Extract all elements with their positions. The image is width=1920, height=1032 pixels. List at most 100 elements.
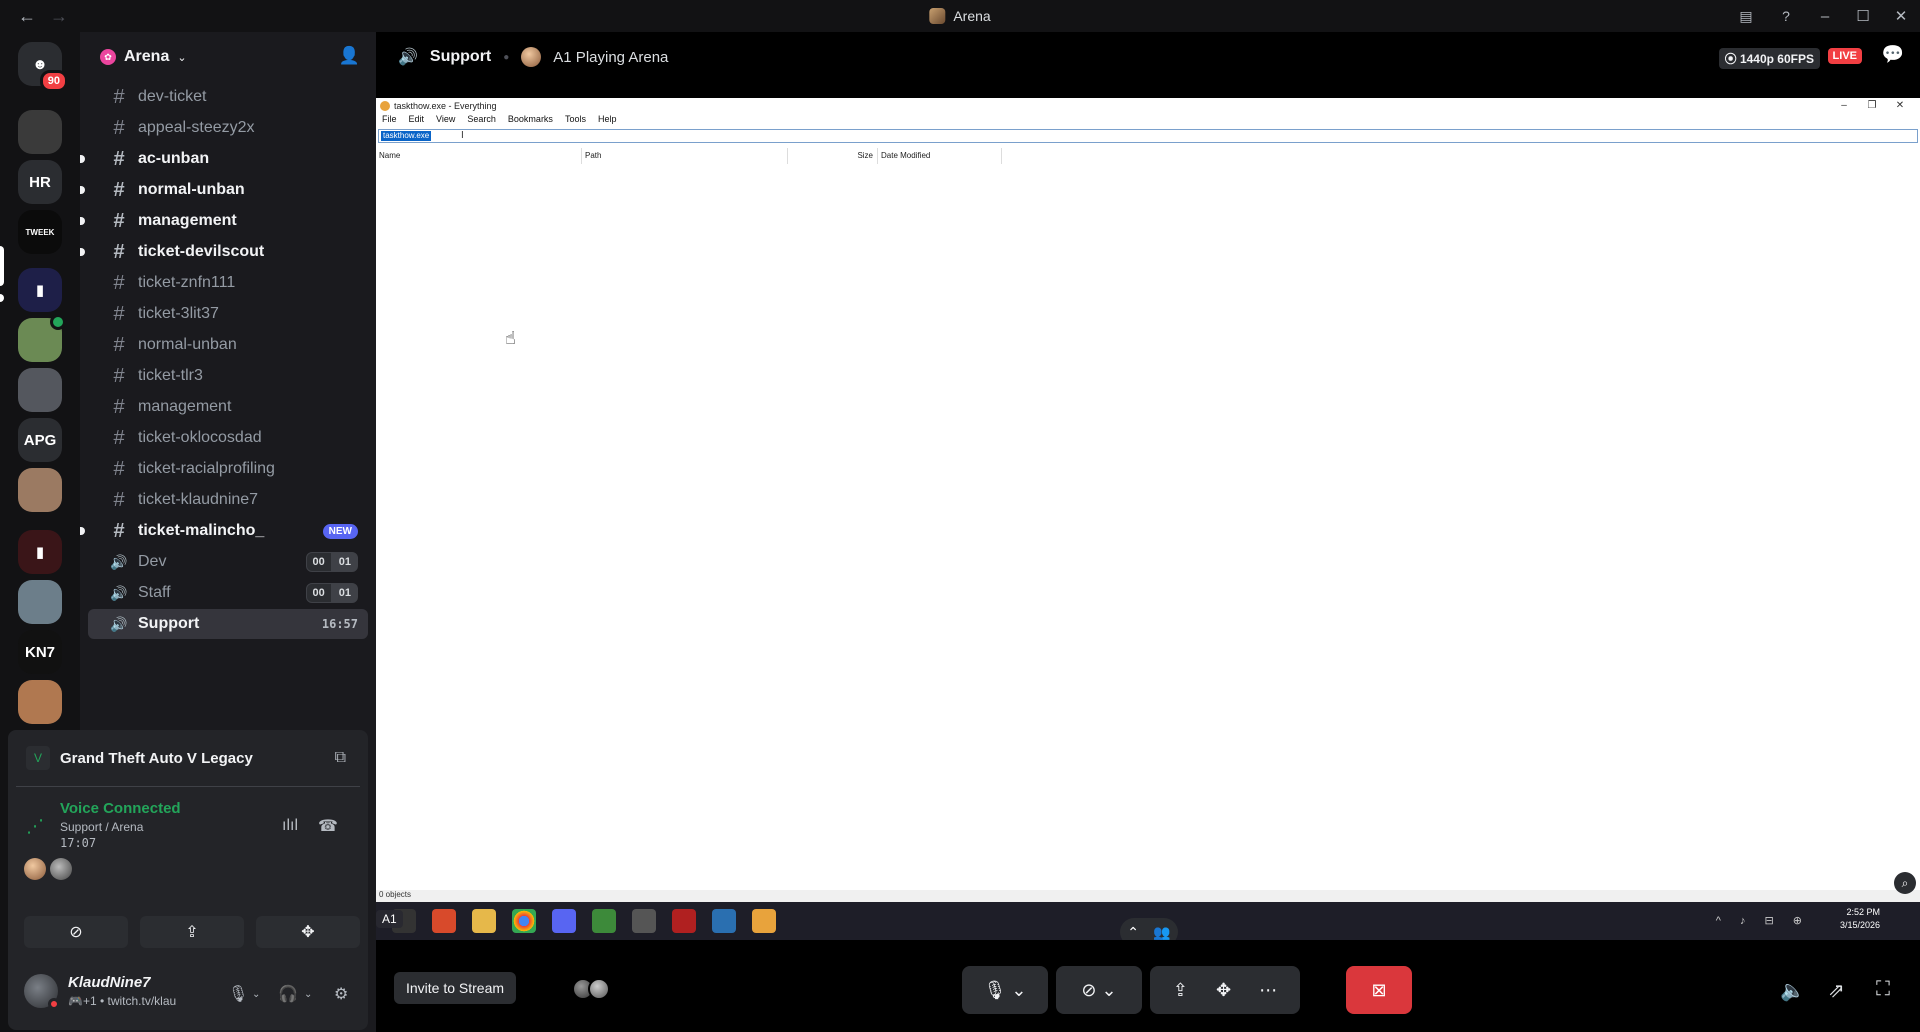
guild-header[interactable]: ✿ Arena ⌄ 👤 (80, 32, 376, 82)
share-screen-icon[interactable]: ⧉ (335, 749, 346, 767)
server-icon-folder-red[interactable]: ▮ (18, 530, 62, 574)
camera-button[interactable]: ⊘ ⌄ (1056, 966, 1142, 1014)
volume-icon[interactable]: 🔈 (1780, 978, 1805, 1003)
server-label: ▮ (35, 544, 45, 561)
gta-game-icon: V (26, 746, 50, 770)
text-cursor-icon: I (461, 130, 464, 141)
server-icon-apg-server[interactable]: APG (18, 418, 62, 462)
leave-call-button[interactable]: ⊠ (1346, 966, 1412, 1014)
text-channel-ticket-tlr3[interactable]: # ticket-tlr3 (88, 361, 368, 391)
signal-icon: ⋰ (26, 816, 44, 836)
more-options-icon[interactable]: ⋯ (1259, 980, 1277, 1001)
voice-status[interactable]: Voice Connected (60, 800, 181, 817)
activities-button[interactable]: ✥ (256, 916, 360, 948)
status-indicator (48, 998, 60, 1010)
channel-name: Staff (138, 584, 171, 601)
minimize-button[interactable]: – (1806, 0, 1844, 32)
back-arrow-icon[interactable]: ← (18, 6, 36, 27)
noise-suppression-icon[interactable]: ılıl (274, 810, 306, 842)
voice-channel-staff[interactable]: 🔊 Staff 00 01 (88, 578, 368, 608)
channel-name: ticket-klaudnine7 (138, 491, 259, 508)
unread-indicator (80, 217, 85, 225)
channel-name: ticket-racialprofiling (138, 460, 275, 477)
text-channel-normal-unban[interactable]: # normal-unban (80, 175, 368, 205)
count-segment: 01 (331, 552, 358, 572)
avatar[interactable] (24, 858, 46, 880)
home-button[interactable]: ☻ 90 (18, 42, 68, 92)
avatar[interactable] (588, 978, 610, 1000)
title-bar: ← → Arena ▤ ? – ☐ ✕ (0, 0, 1920, 32)
chat-bubble-icon[interactable]: 💬 (1882, 44, 1904, 65)
microphone-button[interactable]: 🎙 ⌄ (962, 966, 1048, 1014)
column-header-name: Name (376, 148, 582, 164)
server-icon-arena-server[interactable] (18, 314, 66, 362)
maximize-button[interactable]: ☐ (1844, 0, 1882, 32)
activity-row: V Grand Theft Auto V Legacy ⧉ (16, 738, 360, 778)
text-channel-ticket-oklocosdad[interactable]: # ticket-oklocosdad (88, 423, 368, 453)
window-title-text: Arena (953, 8, 991, 24)
screen-share-button[interactable]: ⇪ (140, 916, 244, 948)
text-channel-ticket-malincho_[interactable]: # ticket-malincho_ NEW (80, 516, 368, 546)
stream-view: 🔊 Support ● A1 Playing Arena ⦿ 1440p 60F… (376, 32, 1920, 1032)
server-icon-chat-server[interactable] (18, 368, 62, 412)
invite-to-stream-button[interactable]: Invite to Stream (394, 972, 517, 1004)
text-channel-ac-unban[interactable]: # ac-unban (80, 144, 368, 174)
server-icon-mountain-server[interactable] (18, 580, 62, 624)
text-channel-management[interactable]: # management (80, 206, 368, 236)
chevron-up-icon: ⌃ (1127, 923, 1139, 940)
voice-action-row: ⊘ ⇪ ✥ (24, 916, 360, 948)
server-icon-dev-server[interactable] (18, 110, 62, 154)
user-name[interactable]: KlaudNine7 (68, 974, 151, 991)
help-icon[interactable]: ? (1766, 0, 1806, 32)
voice-channel-support[interactable]: 🔊 Support 16:57 (88, 609, 368, 639)
voice-location[interactable]: Support / Arena (60, 820, 143, 834)
server-icon-folder-blue[interactable]: ▮ (18, 268, 62, 312)
search-selected-text: taskthow.exe (381, 131, 432, 141)
text-channel-ticket-znfn111[interactable]: # ticket-znfn111 (88, 268, 368, 298)
inbox-icon[interactable]: ▤ (1726, 0, 1766, 32)
channel-name: management (138, 398, 232, 415)
menu-item: Bookmarks (507, 114, 553, 124)
text-channel-dev-ticket[interactable]: # dev-ticket (88, 82, 368, 112)
server-icon-hr-server[interactable]: HR (18, 160, 62, 204)
fullscreen-icon[interactable]: ⛶ (1876, 978, 1890, 1001)
chevron-down-icon[interactable]: ⌄ (252, 980, 260, 1008)
zoom-icon[interactable]: ⌕ (1894, 872, 1916, 894)
text-channel-appeal-steezy2x[interactable]: # appeal-steezy2x (88, 113, 368, 143)
chrome-icon (512, 909, 536, 933)
camera-off-button[interactable]: ⊘ (24, 916, 128, 948)
voice-channel-dev[interactable]: 🔊 Dev 00 01 (88, 547, 368, 577)
microphone-icon[interactable]: 🎙 (228, 980, 248, 1008)
server-icon-kn7-server[interactable]: KN7 (18, 630, 62, 674)
popout-icon[interactable]: ⇗ (1828, 978, 1845, 1003)
channel-name: ticket-malincho_ (138, 522, 265, 539)
server-icon-gta-server[interactable] (18, 468, 62, 512)
screen-share-icon[interactable]: ⇪ (1173, 980, 1188, 1001)
text-channel-ticket-klaudnine7[interactable]: # ticket-klaudnine7 (88, 485, 368, 515)
text-channel-ticket-racialprofiling[interactable]: # ticket-racialprofiling (88, 454, 368, 484)
user-status-text: 🎮+1 • twitch.tv/klau (68, 994, 177, 1008)
minimize-icon: – (1841, 100, 1847, 111)
everything-column-headers: Name Path Size Date Modified (376, 148, 1920, 164)
avatar[interactable] (24, 974, 60, 1010)
disconnect-icon[interactable]: ☎ (312, 810, 344, 842)
close-button[interactable]: ✕ (1882, 0, 1920, 32)
voice-duration: 17:07 (60, 836, 97, 850)
text-channel-ticket-devilscout[interactable]: # ticket-devilscout (80, 237, 368, 267)
text-channel-ticket-3lit37[interactable]: # ticket-3lit37 (88, 299, 368, 329)
server-icon-beach-server[interactable] (18, 680, 62, 724)
server-label: TWEEK (25, 227, 55, 237)
invite-people-icon[interactable]: 👤 (339, 46, 360, 66)
avatar[interactable] (50, 858, 72, 880)
chevron-down-icon[interactable]: ⌄ (304, 980, 312, 1008)
settings-gear-icon[interactable]: ⚙ (334, 980, 348, 1008)
headphones-icon[interactable]: 🎧 (278, 980, 298, 1008)
server-icon-tweek-server[interactable]: TWEEK (18, 210, 62, 254)
quality-badge: ⦿ 1440p 60FPS (1718, 48, 1820, 69)
text-channel-normal-unban[interactable]: # normal-unban (88, 330, 368, 360)
text-channel-management[interactable]: # management (88, 392, 368, 422)
shared-screen[interactable]: taskthow.exe - Everything – ❐ ✕ File Edit… (376, 98, 1920, 940)
activities-icon[interactable]: ✥ (1216, 980, 1231, 1001)
stream-header: 🔊 Support ● A1 Playing Arena ⦿ 1440p 60F… (376, 32, 1920, 82)
forward-arrow-icon[interactable]: → (50, 6, 68, 27)
